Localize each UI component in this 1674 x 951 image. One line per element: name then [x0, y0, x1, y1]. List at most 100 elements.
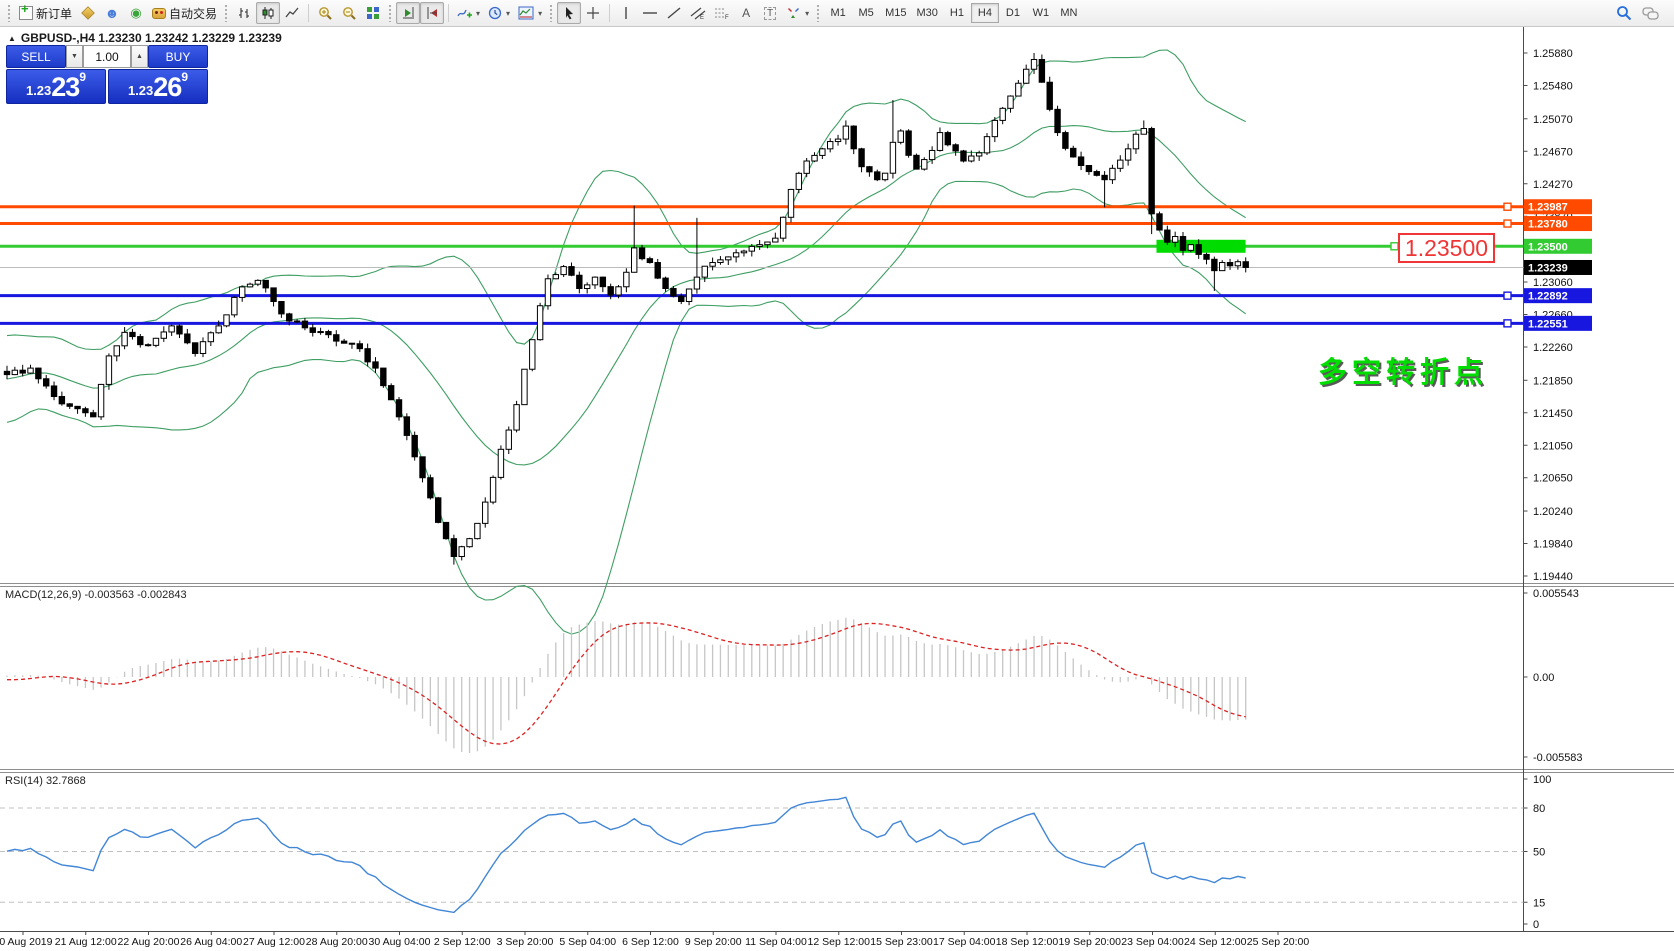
candle-bull	[12, 370, 17, 374]
auto-scroll-button[interactable]	[396, 2, 420, 24]
toolbar-drag-handle[interactable]	[224, 4, 229, 22]
search-icon[interactable]	[1616, 5, 1632, 21]
time-axis-label[interactable]: 18 Sep 12:00	[996, 936, 1059, 948]
zoom-out-button[interactable]	[337, 2, 361, 24]
toolbar-drag-handle[interactable]	[549, 4, 554, 22]
candle-bull	[490, 477, 495, 502]
candles	[4, 53, 1248, 565]
metaeditor-button[interactable]	[76, 2, 100, 24]
candle-bull	[1172, 237, 1177, 243]
timeframe-button-h1[interactable]: H1	[943, 3, 971, 23]
time-axis-label[interactable]: 23 Sep 04:00	[1121, 936, 1184, 948]
time-axis-label[interactable]: 9 Sep 20:00	[685, 936, 742, 948]
time-axis-label[interactable]: 3 Sep 20:00	[497, 936, 554, 948]
line-chart-button[interactable]	[280, 2, 304, 24]
candle-bull	[1188, 245, 1193, 251]
rsi-axis-label: 15	[1533, 897, 1545, 909]
time-axis-label[interactable]: 22 Aug 20:00	[118, 936, 180, 948]
dropdown-arrow-icon: ▾	[538, 9, 542, 18]
time-axis-label[interactable]: 19 Sep 20:00	[1059, 936, 1122, 948]
time-axis-label[interactable]: 30 Aug 04:00	[369, 936, 431, 948]
price-level-flag[interactable]: 1.23500	[1398, 233, 1495, 263]
zoom-in-button[interactable]	[313, 2, 337, 24]
candle-bear	[608, 287, 613, 295]
timeframe-button-m5[interactable]: M5	[852, 3, 880, 23]
fibonacci-icon: F	[714, 6, 730, 20]
fibonacci-tool-button[interactable]: F	[710, 2, 734, 24]
time-axis-label[interactable]: 26 Aug 04:00	[180, 936, 242, 948]
time-axis-label[interactable]: 11 Sep 04:00	[745, 936, 807, 948]
timeframe-button-d1[interactable]: D1	[999, 3, 1027, 23]
bar-chart-icon	[237, 6, 251, 20]
timeframe-button-w1[interactable]: W1	[1027, 3, 1055, 23]
vertical-line-icon	[621, 6, 631, 20]
toolbar-drag-handle[interactable]	[816, 4, 821, 22]
text-tool-button[interactable]: A	[734, 2, 758, 24]
time-axis-label[interactable]: 6 Sep 12:00	[622, 936, 679, 948]
bar-chart-button[interactable]	[232, 2, 256, 24]
candle-bull	[240, 287, 245, 298]
templates-button[interactable]: ▾	[514, 2, 546, 24]
candle-bull	[882, 173, 887, 179]
cursor-tool-button[interactable]	[557, 2, 581, 24]
indicators-button[interactable]: ▾	[453, 2, 484, 24]
time-axis-label[interactable]: 25 Sep 20:00	[1247, 936, 1310, 948]
candle-bull	[537, 306, 542, 340]
volume-increase-button[interactable]: ▲	[131, 45, 148, 68]
chart-shift-button[interactable]	[420, 2, 444, 24]
price-axis-label: 1.23060	[1533, 277, 1573, 289]
timeframe-button-h4[interactable]: H4	[971, 3, 999, 23]
time-axis-label[interactable]: 24 Sep 12:00	[1184, 936, 1247, 948]
autotrading-button[interactable]: 自动交易	[148, 2, 221, 24]
toolbar-drag-handle[interactable]	[7, 4, 12, 22]
chart-canvas[interactable]: 1.258801.254801.250701.246701.242701.238…	[0, 0, 1674, 951]
time-axis-label[interactable]: 27 Aug 12:00	[243, 936, 305, 948]
candle-bull	[169, 326, 174, 332]
time-axis-label[interactable]: 17 Sep 04:00	[933, 936, 996, 948]
sell-price-sup: 9	[79, 71, 86, 83]
time-axis-label[interactable]: 12 Sep 12:00	[808, 936, 871, 948]
timeframe-button-mn[interactable]: MN	[1055, 3, 1083, 23]
crosshair-tool-button[interactable]	[581, 2, 605, 24]
candle-bear	[91, 413, 96, 417]
sell-price-display[interactable]: 1.23239	[6, 69, 106, 104]
buy-price-display[interactable]: 1.23269	[108, 69, 208, 104]
chat-icon[interactable]	[1642, 6, 1660, 21]
time-axis-label[interactable]: 2 Sep 12:00	[434, 936, 491, 948]
candle-bear	[1078, 157, 1083, 166]
volume-input[interactable]: 1.00	[83, 45, 131, 68]
time-axis-label[interactable]: 21 Aug 12:00	[55, 936, 117, 948]
line-handle	[1391, 243, 1398, 250]
candle-bull	[114, 346, 119, 356]
time-axis-label[interactable]: 15 Sep 23:00	[870, 936, 933, 948]
timeframe-button-m1[interactable]: M1	[824, 3, 852, 23]
candlestick-chart-button[interactable]	[256, 2, 280, 24]
timeframe-button-m15[interactable]: M15	[880, 3, 911, 23]
candle-bear	[906, 131, 911, 155]
new-order-button[interactable]: + 新订单	[15, 2, 76, 24]
channel-tool-button[interactable]: E	[686, 2, 710, 24]
volume-decrease-button[interactable]: ▼	[66, 45, 83, 68]
trendline-tool-button[interactable]	[662, 2, 686, 24]
community-button[interactable]: ☻	[100, 2, 124, 24]
time-axis-label[interactable]: 5 Sep 04:00	[559, 936, 616, 948]
candle-bear	[639, 248, 644, 259]
signals-button[interactable]: ◉	[124, 2, 148, 24]
candle-bear	[600, 277, 605, 287]
candle-bull	[224, 315, 229, 326]
text-label-tool-button[interactable]: T	[758, 2, 782, 24]
buy-button[interactable]: BUY	[148, 45, 208, 68]
horizontal-line-tool-button[interactable]	[638, 2, 662, 24]
timeframe-button-m30[interactable]: M30	[912, 3, 943, 23]
vertical-line-tool-button[interactable]	[614, 2, 638, 24]
sell-button[interactable]: SELL	[6, 45, 66, 68]
arrows-tool-button[interactable]: ▾	[782, 2, 813, 24]
periods-button[interactable]: ▾	[484, 2, 514, 24]
candle-bear	[4, 371, 9, 374]
time-axis-label[interactable]: 20 Aug 2019	[0, 936, 53, 948]
collapse-arrow-icon[interactable]: ▲	[8, 34, 16, 43]
tile-windows-button[interactable]	[361, 2, 385, 24]
time-axis-label[interactable]: 28 Aug 20:00	[306, 936, 368, 948]
candle-bull	[584, 285, 589, 289]
toolbar-drag-handle[interactable]	[388, 4, 393, 22]
